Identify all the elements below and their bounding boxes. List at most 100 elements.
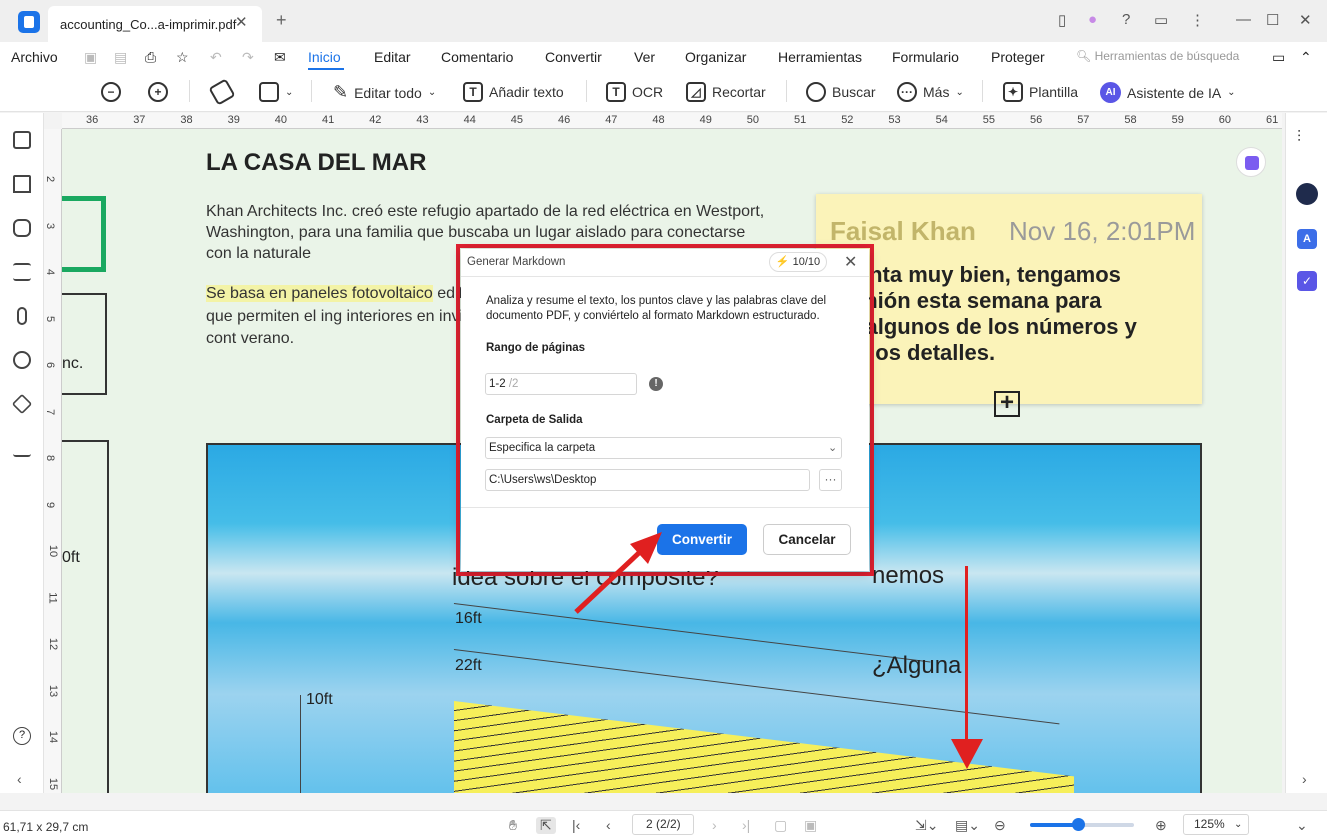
crop-button[interactable]: ◿ Recortar [686,82,766,102]
zoom-in-small-icon[interactable]: ⊕ [1155,817,1167,834]
edit-all-button[interactable]: ✎ Editar todo ⌄ [333,82,436,103]
right-sidebar: ⫶ A ✓ › [1285,113,1327,793]
page-thumbnail-icon[interactable] [13,131,31,149]
fit-page-icon[interactable]: ⇲⌄ [915,817,938,834]
menu-herramientas[interactable]: Herramientas [778,49,862,65]
feedback-icon[interactable]: ▭ [1154,11,1168,29]
add-icon[interactable]: + [994,391,1020,417]
expand-icon[interactable]: ⌄ [1296,817,1308,834]
help-circle-icon[interactable]: ? [13,727,31,745]
ruler-tick-label: 43 [416,114,429,126]
two-page-icon[interactable]: ▣ [804,817,817,834]
minimize-icon[interactable]: — [1236,11,1251,28]
zoom-out-small-icon[interactable]: ⊖ [994,817,1006,834]
zoom-slider-handle[interactable] [1072,818,1085,831]
convert-button[interactable]: Convertir [657,524,747,555]
view-mode-icon[interactable]: ▤⌄ [955,817,980,834]
menu-proteger[interactable]: Proteger [991,49,1045,65]
undo-icon[interactable]: ↶ [210,49,222,66]
page-number-input[interactable]: 2 (2/2) [632,814,694,835]
dialog-close-icon[interactable]: ✕ [844,252,857,272]
comment-icon[interactable] [13,219,31,237]
info-icon[interactable]: ! [649,377,663,391]
list-icon[interactable] [13,263,31,281]
panel-icon[interactable]: ▭ [1272,49,1285,66]
ai-floating-icon[interactable] [1236,147,1266,177]
redo-icon[interactable]: ↷ [242,49,254,66]
star-icon[interactable]: ☆ [176,49,189,66]
menu-formulario[interactable]: Formulario [892,49,959,65]
print-icon[interactable]: ⎙ [145,49,156,66]
page-range-input[interactable]: 1-2 /2 [485,373,637,395]
more-button[interactable]: ··· Más ⌄ [897,82,964,102]
document-tab[interactable]: accounting_Co...a-imprimir.pdf ✕ [48,6,262,42]
single-page-icon[interactable]: ▢ [774,817,787,834]
ocr-button[interactable]: T OCR [606,82,663,102]
first-page-icon[interactable]: |‹ [572,817,580,833]
menu-archivo[interactable]: Archivo [11,49,58,65]
highlighted-text: Se basa en paneles fotovoltaico [206,285,433,302]
menu-ver[interactable]: Ver [634,49,655,65]
add-text-button[interactable]: T Añadir texto [463,82,564,102]
collapse-right-icon[interactable]: › [1302,771,1307,787]
translate-icon[interactable]: A [1297,229,1317,249]
ruler-tick-label: 12 [47,637,60,651]
bookmark-icon[interactable] [13,175,31,193]
cancel-button[interactable]: Cancelar [763,524,851,555]
select-tool-icon[interactable]: ⇱ [536,817,556,834]
avatar[interactable]: ● [1088,11,1097,28]
ruler-tick-label: 60 [1218,114,1232,126]
menu-organizar[interactable]: Organizar [685,49,746,65]
ai-robot-icon[interactable] [1296,183,1318,205]
tab-close-icon[interactable]: ✕ [235,13,248,31]
next-page-icon[interactable]: › [712,817,717,833]
hand-tool-icon[interactable]: ✋︎ [509,817,517,834]
prev-page-icon[interactable]: ‹ [606,817,611,833]
zoom-in-button[interactable]: + [148,82,168,102]
layers-icon[interactable] [11,393,33,415]
output-path-input[interactable]: C:\Users\ws\Desktop [485,469,810,491]
menu-comentario[interactable]: Comentario [441,49,513,65]
collapse-icon[interactable]: ⌃ [1300,49,1312,66]
new-tab-icon[interactable]: + [276,10,287,31]
chevron-down-icon: ⌄ [427,87,437,98]
more-options-icon[interactable]: ⋮ [1190,11,1205,29]
help-icon[interactable]: ? [1122,11,1130,28]
signature-icon[interactable] [13,439,31,457]
zoom-out-button[interactable]: − [101,82,121,102]
ruler-tick-label: 48 [652,114,665,126]
properties-icon[interactable]: ⫶ [1297,129,1301,147]
search-panel-icon[interactable] [13,351,31,369]
search-button[interactable]: Buscar [806,82,876,102]
attachment-icon[interactable] [17,307,27,325]
collapse-left-icon[interactable]: ‹ [17,771,22,787]
partial-label-inc: nc. [62,355,84,372]
tool-search-input[interactable]: 🔍︎ Herramientas de búsqueda [1076,49,1239,63]
mail-icon[interactable]: ✉ [274,49,286,66]
ruler-tick-label: 55 [982,114,996,126]
ruler-tick-label: 40 [274,114,288,126]
maximize-icon[interactable]: ☐ [1266,11,1279,29]
template-button[interactable]: ✦ Plantilla [1003,82,1078,102]
save-icon[interactable]: ▣ [84,49,97,66]
last-page-icon[interactable]: ›| [742,817,750,833]
reader-icon[interactable]: ▯ [1058,11,1066,29]
browse-button[interactable]: ··· [819,469,842,491]
window-close-icon[interactable]: ✕ [1299,11,1312,29]
left-sidebar: ? ‹ [0,113,44,793]
output-folder-select[interactable]: Especifica la carpeta ⌄ [485,437,842,459]
ruler-tick-label: 39 [227,114,240,126]
shape-button[interactable]: ⌄ [259,82,293,102]
menu-convertir[interactable]: Convertir [545,49,602,65]
ai-assistant-button[interactable]: AI Asistente de IA ⌄ [1100,82,1236,103]
dimension-label-22ft: 22ft [455,657,482,674]
toolbar-divider [786,80,787,102]
menu-editar[interactable]: Editar [374,49,411,65]
save-as-icon[interactable]: ▤ [114,49,127,66]
menu-inicio[interactable]: Inicio [308,49,341,65]
highlight-button[interactable] [208,78,236,106]
red-pointer-arrow [574,532,662,614]
zoom-level-select[interactable]: 125% ⌄ [1183,814,1249,835]
menu-bar: Archivo ▣ ▤ ⎙ ☆ ↶ ↷ ✉ Inicio Editar Come… [0,42,1327,72]
checklist-icon[interactable]: ✓ [1297,271,1317,291]
